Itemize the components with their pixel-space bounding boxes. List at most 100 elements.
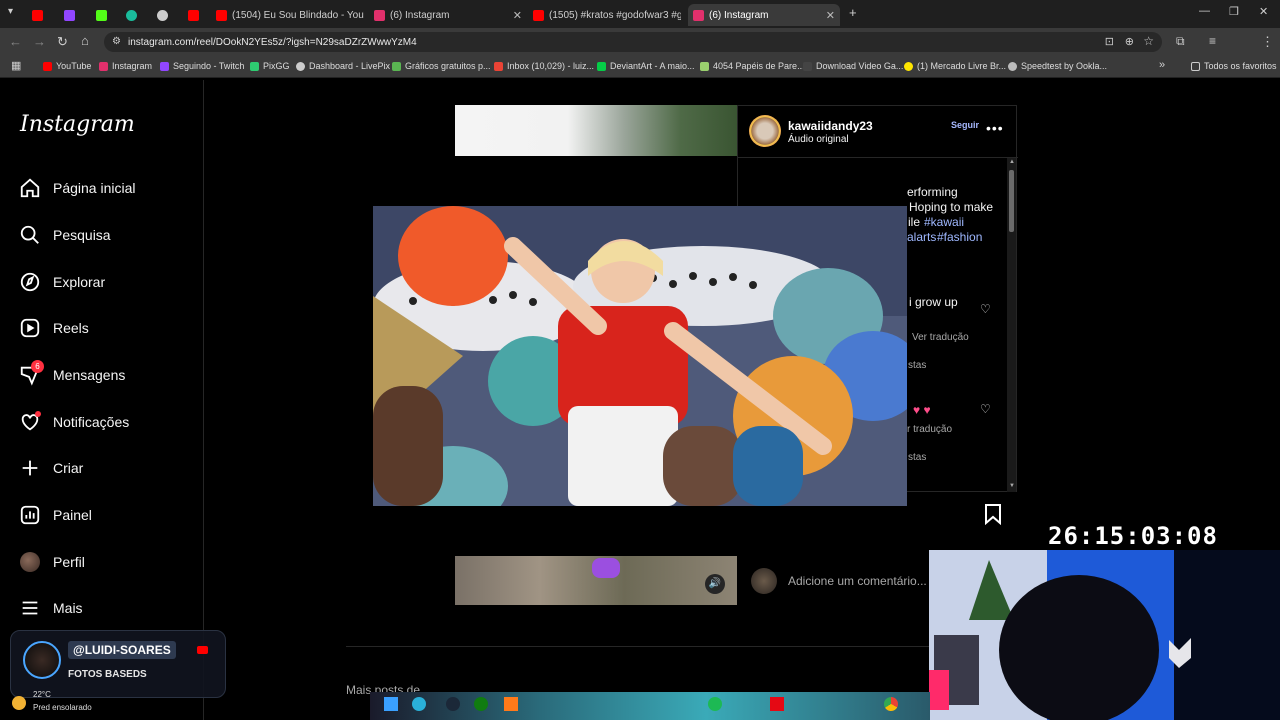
follow-button[interactable]: Seguir [951, 120, 979, 130]
tab-youtube-kratos[interactable]: (1505) #kratos #godofwar3 #g ✕ [533, 4, 681, 26]
bookmark-download-video[interactable]: Download Video Ga... [803, 61, 903, 71]
nav-profile[interactable]: Perfil [18, 548, 85, 576]
bookmark-twitch[interactable]: Seguindo - Twitch [160, 61, 244, 71]
volume-icon[interactable]: 🔊 [705, 574, 725, 594]
nav-home[interactable]: Página inicial [18, 174, 136, 202]
bookmark-speedtest[interactable]: Speedtest by Ookla... [1008, 61, 1107, 71]
url-text[interactable]: instagram.com/reel/DOokN2YEs5z/?igsh=N29… [128, 37, 417, 48]
close-tab-icon[interactable]: ✕ [820, 9, 835, 22]
bookmark-gmail[interactable]: Inbox (10,029) - luiz... [494, 61, 594, 71]
bookmark-deviantart[interactable]: DeviantArt - A maio... [597, 61, 695, 71]
tab-youtube-2[interactable] [188, 4, 210, 26]
nav-notifications[interactable]: Notificações [18, 408, 129, 436]
like-comment-icon[interactable]: ♡ [980, 402, 991, 416]
streamer-subtitle: FOTOS BASEDS [68, 669, 147, 680]
nav-messages[interactable]: 6 Mensagens [18, 360, 126, 389]
new-tab-icon[interactable]: + [849, 5, 857, 20]
bookmark-label: YouTube [56, 61, 92, 71]
more-options-icon[interactable]: ••• [986, 120, 1004, 136]
bookmark-instagram[interactable]: Instagram [99, 61, 152, 71]
address-bar[interactable]: ⚙ instagram.com/reel/DOokN2YEs5z/?igsh=N… [104, 32, 1162, 52]
nav-reels[interactable]: Reels [18, 314, 89, 342]
hashtag-link[interactable]: #fashion [937, 230, 982, 244]
weather-icon[interactable] [12, 696, 26, 710]
scroll-up-icon[interactable]: ▲ [1009, 159, 1015, 165]
like-comment-icon[interactable]: ♡ [980, 302, 991, 316]
nav-search[interactable]: Pesquisa [18, 221, 111, 249]
scrollbar-thumb[interactable] [1009, 170, 1014, 232]
close-tab-icon[interactable]: ✕ [507, 9, 522, 22]
restore-icon[interactable]: ❐ [1229, 5, 1239, 18]
close-window-icon[interactable]: ✕ [1259, 5, 1268, 18]
reload-icon[interactable]: ↻ [57, 34, 68, 50]
tab-twitch[interactable] [64, 4, 86, 26]
nav-explore[interactable]: Explorar [18, 268, 105, 296]
apps-grid-icon[interactable]: ▦ [11, 59, 21, 72]
replies-link[interactable]: stas [908, 452, 926, 463]
media-icon[interactable]: ≡ [1209, 34, 1216, 48]
app-icon[interactable] [504, 697, 518, 711]
tab-instagram-active[interactable]: (6) Instagram ✕ [688, 4, 840, 26]
bookmark-star-icon[interactable]: ☆ [1143, 34, 1154, 48]
zoom-icon[interactable]: ⊕ [1125, 35, 1134, 48]
forward-icon[interactable]: → [33, 34, 46, 49]
scroll-down-icon[interactable]: ▼ [1009, 483, 1015, 489]
instagram-logo[interactable]: Instagram [20, 112, 135, 137]
author-avatar[interactable] [749, 115, 781, 147]
extensions-icon[interactable]: ⧉ [1176, 34, 1185, 49]
nav-label: Mensagens [53, 367, 126, 383]
start-icon[interactable] [384, 697, 398, 711]
previous-reel-thumbnail[interactable] [455, 105, 737, 156]
tab-instagram-1[interactable]: (6) Instagram ✕ [374, 4, 522, 26]
xbox-icon[interactable] [474, 697, 488, 711]
reel-video[interactable] [373, 206, 907, 506]
tab-generic[interactable] [157, 4, 179, 26]
caption-line: ile [908, 215, 921, 229]
commenter-avatar [751, 568, 777, 594]
bookmark-graficos[interactable]: Gráficos gratuitos p... [392, 61, 491, 71]
audio-label[interactable]: Áudio original [788, 134, 849, 145]
minimize-icon[interactable]: — [1199, 5, 1210, 17]
caption-line: Hoping to make [909, 200, 994, 214]
see-translation-link[interactable]: Ver tradução [912, 332, 969, 343]
hashtag-link[interactable]: #kawaii [924, 215, 964, 229]
next-reel-thumbnail[interactable]: 🔊 [455, 556, 737, 605]
save-bookmark-icon[interactable] [983, 503, 1003, 530]
netflix-icon[interactable] [770, 697, 784, 711]
see-translation-link[interactable]: r tradução [907, 424, 952, 435]
bookmark-papeis[interactable]: 4054 Papéis de Pare... [700, 61, 805, 71]
youtube-favicon [533, 9, 544, 21]
chrome-icon[interactable] [884, 697, 898, 711]
comment-input[interactable]: Adicione um comentário... [788, 574, 927, 588]
install-app-icon[interactable]: ⊡ [1105, 35, 1114, 48]
more-bookmarks-icon[interactable]: » [1159, 59, 1165, 71]
weather-temp[interactable]: 22°C [33, 690, 51, 699]
site-info-icon[interactable]: ⚙ [112, 36, 121, 47]
nav-dashboard[interactable]: Painel [18, 501, 92, 529]
bookmark-youtube[interactable]: YouTube [43, 61, 91, 71]
tab-kick[interactable] [96, 4, 118, 26]
bookmark-label: Seguindo - Twitch [173, 61, 245, 71]
tab-list-chevron-icon[interactable]: ▾ [8, 6, 13, 17]
tab-youtube-1[interactable] [32, 4, 54, 26]
back-icon[interactable]: ← [9, 34, 22, 49]
author-username[interactable]: kawaiidandy23 [788, 119, 873, 133]
replies-link[interactable]: stas [908, 360, 926, 371]
bookmark-pixgg[interactable]: PixGG [250, 61, 290, 71]
nav-more[interactable]: Mais [18, 594, 83, 622]
spotify-icon[interactable] [708, 697, 722, 711]
tab-pixgg[interactable] [126, 4, 148, 26]
instagram-favicon [99, 61, 108, 71]
weather-desc[interactable]: Pred ensolarado [33, 703, 92, 712]
bookmark-livepix[interactable]: Dashboard - LivePix [296, 61, 390, 71]
all-favorites-folder[interactable]: Todos os favoritos [1191, 61, 1277, 71]
nav-create[interactable]: Criar [18, 454, 83, 482]
edge-icon[interactable] [412, 697, 426, 711]
tab-youtube-blindado[interactable]: (1504) Eu Sou Blindado - YouTu ✕ [216, 4, 364, 26]
steam-icon[interactable] [446, 697, 460, 711]
home-icon[interactable]: ⌂ [81, 33, 89, 48]
bookmark-mercado-livre[interactable]: (1) Mercado Livre Br... [904, 61, 1006, 71]
streamer-overlay-card: @LUIDI-SOARES FOTOS BASEDS [10, 630, 226, 698]
browser-menu-icon[interactable]: ⋮ [1261, 34, 1274, 50]
nav-label: Mais [53, 600, 83, 616]
